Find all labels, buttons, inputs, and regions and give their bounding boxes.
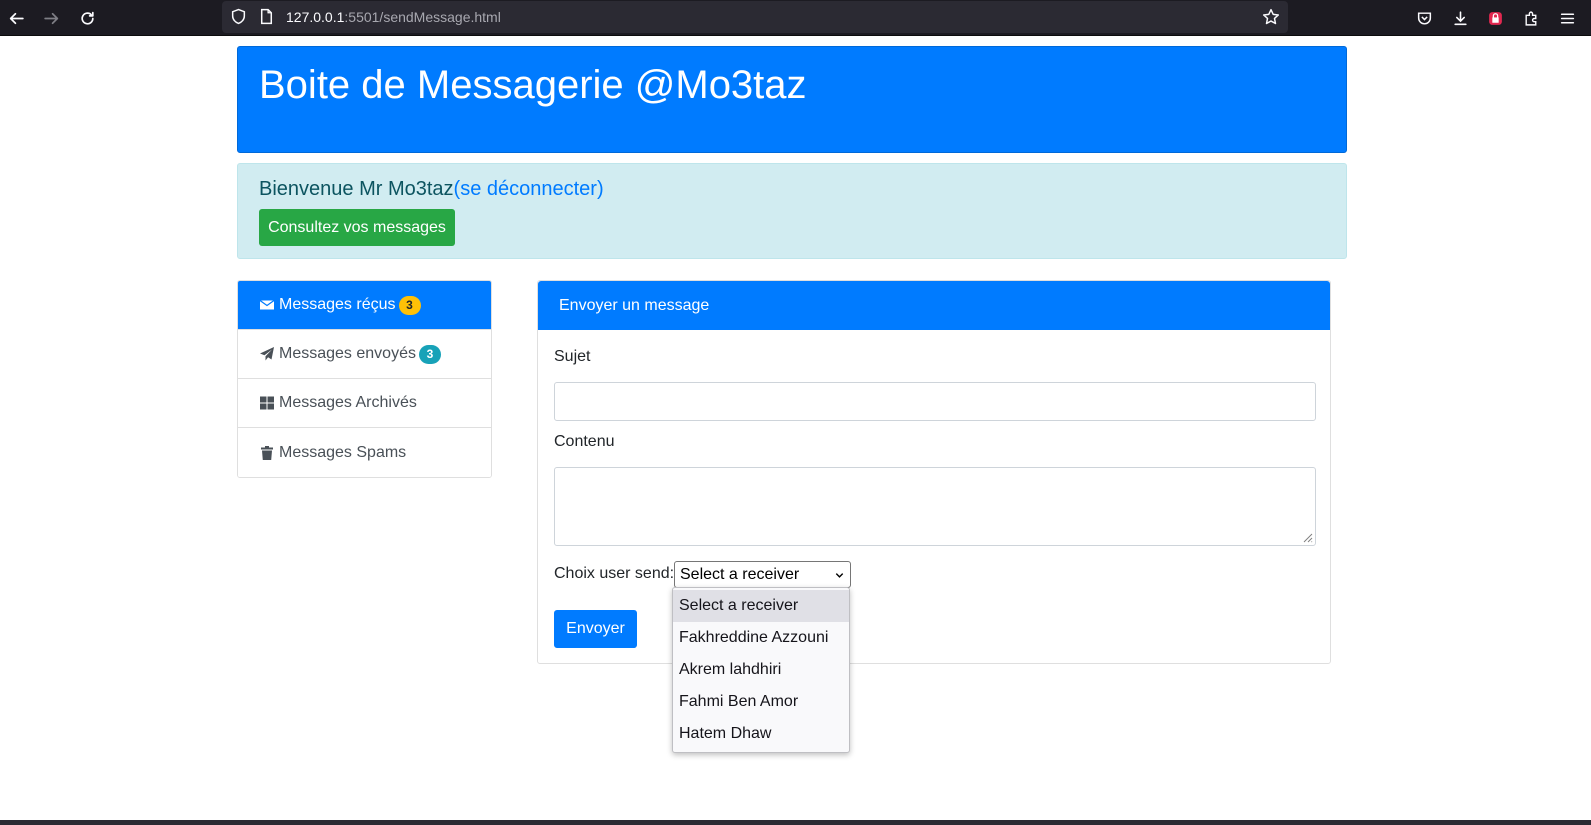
paper-plane-icon	[260, 347, 274, 361]
page-title: Boite de Messagerie @Mo3taz	[259, 63, 807, 107]
puzzle-icon	[1524, 11, 1536, 26]
hamburger-icon	[1560, 12, 1574, 24]
trash-icon	[261, 445, 273, 460]
dropdown-option[interactable]: Fahmi Ben Amor	[673, 686, 849, 718]
receiver-select[interactable]: Select a receiver	[674, 561, 851, 588]
address-bar[interactable]: 127.0.0.1:5501/sendMessage.html	[222, 1, 1288, 33]
send-button[interactable]: Envoyer	[554, 610, 637, 648]
subject-label: Sujet	[554, 348, 591, 365]
sidebar: Messages réçus 3 Messages envoyés 3 Mess…	[237, 280, 492, 478]
page-header: Boite de Messagerie @Mo3taz	[237, 46, 1347, 153]
send-message-card: Envoyer un message Sujet Contenu Choix u…	[537, 280, 1331, 664]
pocket-icon	[1417, 11, 1431, 25]
welcome-message: Bienvenue Mr Mo3taz(se déconnecter)	[259, 178, 604, 201]
sidebar-item-label: Messages Spams	[279, 443, 407, 461]
subject-input[interactable]	[554, 382, 1316, 421]
dropdown-option[interactable]: Select a receiver	[673, 590, 849, 622]
welcome-alert: Bienvenue Mr Mo3taz(se déconnecter) Cons…	[237, 163, 1347, 259]
receiver-label: Choix user send:	[554, 565, 675, 582]
back-button[interactable]	[2, 4, 30, 32]
receiver-dropdown-list: Select a receiver Fakhreddine Azzouni Ak…	[672, 587, 850, 753]
sidebar-item-label: Messages Archivés	[279, 394, 417, 411]
url-text: 127.0.0.1:5501/sendMessage.html	[286, 9, 501, 25]
reload-icon	[80, 11, 94, 25]
welcome-text: Bienvenue Mr Mo3taz	[259, 178, 454, 200]
forward-button[interactable]	[37, 4, 65, 32]
extension-button[interactable]	[1481, 4, 1509, 32]
bottom-edge	[0, 820, 1591, 825]
pocket-button[interactable]	[1410, 4, 1438, 32]
url-path: :5501/sendMessage.html	[344, 9, 501, 25]
grid-icon	[260, 396, 274, 410]
sidebar-item-archived[interactable]: Messages Archivés	[238, 379, 491, 428]
dropdown-option[interactable]: Fakhreddine Azzouni	[673, 622, 849, 654]
logout-link[interactable]: (se déconnecter)	[454, 178, 604, 200]
page-icon	[260, 8, 273, 25]
extensions-button[interactable]	[1517, 4, 1545, 32]
received-count-badge: 3	[398, 295, 421, 315]
chevron-down-icon	[835, 573, 844, 578]
sidebar-item-label: Messages réçus	[279, 296, 396, 313]
dropdown-option[interactable]: Hatem Dhaw	[673, 718, 849, 750]
content-textarea[interactable]	[554, 467, 1316, 546]
sidebar-item-spam[interactable]: Messages Spams	[238, 428, 491, 477]
download-icon	[1453, 10, 1467, 25]
sidebar-item-sent[interactable]: Messages envoyés 3	[238, 330, 491, 379]
arrow-left-icon	[9, 12, 24, 24]
consult-messages-button[interactable]: Consultez vos messages	[259, 209, 455, 246]
bookmark-star-icon[interactable]	[1262, 8, 1280, 26]
resize-grip-icon[interactable]	[1301, 531, 1313, 543]
sidebar-item-label: Messages envoyés	[279, 345, 416, 362]
reload-button[interactable]	[73, 4, 101, 32]
menu-button[interactable]	[1553, 4, 1581, 32]
dropdown-option[interactable]: Akrem lahdhiri	[673, 654, 849, 686]
sidebar-item-received[interactable]: Messages réçus 3	[238, 281, 491, 330]
receiver-selected-value: Select a receiver	[680, 566, 800, 583]
arrow-right-icon	[43, 12, 58, 24]
card-title: Envoyer un message	[538, 281, 1330, 330]
url-host: 127.0.0.1	[286, 9, 345, 25]
content-label: Contenu	[554, 433, 615, 450]
shield-icon[interactable]	[230, 8, 247, 25]
downloads-button[interactable]	[1446, 4, 1474, 32]
envelope-icon	[259, 300, 275, 310]
lock-extension-icon	[1488, 11, 1502, 25]
sent-count-badge: 3	[418, 344, 441, 364]
browser-toolbar: 127.0.0.1:5501/sendMessage.html	[0, 0, 1591, 36]
